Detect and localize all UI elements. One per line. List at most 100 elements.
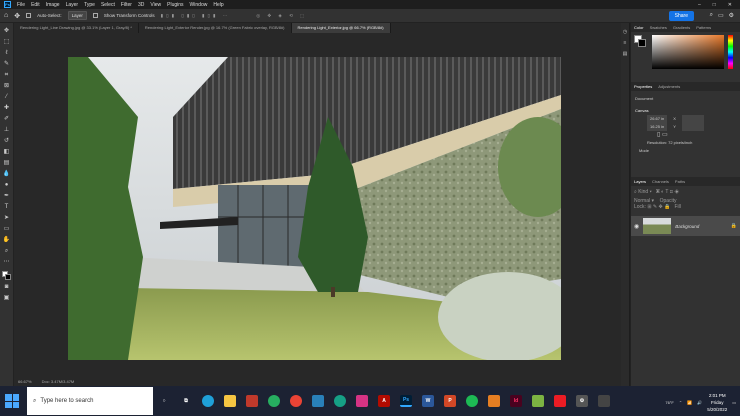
- zoom-level[interactable]: 66.67%: [18, 379, 32, 384]
- 3d-mode-icons[interactable]: ◎ ✥ ◈ ⟲ ⬚: [256, 13, 307, 19]
- layer-row[interactable]: ◉ Background 🔒: [631, 216, 740, 236]
- menu-view[interactable]: View: [150, 2, 161, 8]
- layer-name[interactable]: Background: [675, 224, 699, 229]
- menu-layer[interactable]: Layer: [66, 2, 79, 8]
- move-icon[interactable]: ✥: [2, 27, 11, 35]
- menu-image[interactable]: Image: [46, 2, 60, 8]
- network-icon[interactable]: 📶: [687, 400, 692, 405]
- cortana-icon[interactable]: ○: [158, 395, 170, 407]
- quick-mask-icon[interactable]: ◙: [2, 283, 11, 291]
- app-icon-green[interactable]: [268, 395, 280, 407]
- lasso-icon[interactable]: ℓ: [2, 49, 11, 57]
- eraser-icon[interactable]: ◧: [2, 148, 11, 156]
- zoom-icon[interactable]: ⌕: [2, 247, 11, 255]
- windows-start-icon[interactable]: [5, 394, 19, 408]
- menu-type[interactable]: Type: [84, 2, 95, 8]
- pen-icon[interactable]: ✒: [2, 192, 11, 200]
- y-field[interactable]: [681, 123, 704, 131]
- height-field[interactable]: 16.25 in: [647, 123, 668, 131]
- weather-text[interactable]: 76°F: [665, 400, 674, 405]
- tab-swatches[interactable]: Swatches: [650, 25, 667, 30]
- app-icon-orange[interactable]: [488, 395, 500, 407]
- history-brush-icon[interactable]: ↺: [2, 137, 11, 145]
- tab-line-drawing[interactable]: Rendering Light_Line Drawing.jpg @ 33.1%…: [14, 23, 139, 33]
- workspace-icon[interactable]: ▭: [718, 12, 724, 19]
- fg-bg-swatch[interactable]: [634, 35, 646, 47]
- edge-icon[interactable]: [202, 395, 214, 407]
- brush-icon[interactable]: ✐: [2, 115, 11, 123]
- menu-filter[interactable]: Filter: [121, 2, 132, 8]
- volume-icon[interactable]: 🔊: [697, 400, 702, 405]
- frame-icon[interactable]: ⊠: [2, 82, 11, 90]
- shape-icon[interactable]: ▭: [2, 225, 11, 233]
- quick-select-icon[interactable]: ✎: [2, 60, 11, 68]
- tab-properties[interactable]: Properties: [634, 84, 652, 89]
- more-tools-icon[interactable]: ⋯: [2, 258, 11, 266]
- dodge-icon[interactable]: ●: [2, 181, 11, 189]
- align-icons[interactable]: ▮▯▮ ▯▮▯ ▮▯▮ ⋯: [161, 13, 231, 19]
- minimize-icon[interactable]: –: [698, 2, 701, 8]
- chrome-icon[interactable]: [290, 395, 302, 407]
- hue-slider[interactable]: [728, 35, 733, 69]
- visibility-eye-icon[interactable]: ◉: [634, 223, 639, 230]
- maximize-icon[interactable]: □: [713, 2, 716, 8]
- width-field[interactable]: 26.67 in: [647, 115, 668, 123]
- notification-icon[interactable]: ▭: [732, 400, 736, 405]
- tab-gradients[interactable]: Gradients: [673, 25, 690, 30]
- show-transform-checkbox[interactable]: [92, 13, 98, 18]
- x-field[interactable]: [681, 115, 704, 123]
- menu-edit[interactable]: Edit: [31, 2, 40, 8]
- tab-exterior[interactable]: Rendering Light_Exterior.jpg @ 66.7% (RG…: [291, 23, 391, 33]
- app-icon-teal[interactable]: [334, 395, 346, 407]
- home-icon[interactable]: ⌂: [4, 12, 8, 19]
- layer-lock-row[interactable]: Lock: ⊞ ✎ ✥ 🔒 Fill: [631, 204, 740, 210]
- tab-exterior-render[interactable]: Rendering Light_Exterior Render.jpg @ 16…: [139, 23, 292, 33]
- powerpoint-icon[interactable]: P: [444, 395, 456, 407]
- word-icon[interactable]: W: [422, 395, 434, 407]
- search-icon[interactable]: ⌕: [710, 12, 713, 19]
- properties-icon[interactable]: ≡: [624, 40, 627, 46]
- tab-paths[interactable]: Paths: [675, 179, 685, 184]
- settings-app-icon[interactable]: ⚙: [576, 395, 588, 407]
- orientation-icons[interactable]: ▯ ▭: [635, 131, 736, 139]
- document-canvas[interactable]: [68, 57, 561, 360]
- app-icon-blue[interactable]: [312, 395, 324, 407]
- menu-plugins[interactable]: Plugins: [167, 2, 183, 8]
- photoshop-icon[interactable]: Ps: [400, 395, 412, 407]
- app-icon-lime[interactable]: [532, 395, 544, 407]
- libraries-icon[interactable]: ▤: [623, 51, 628, 57]
- layer-filter-row[interactable]: ⌕ Kind ▾ ▣ ◐ T ⊡ ◈: [631, 186, 740, 198]
- task-view-icon[interactable]: ⧉: [180, 395, 192, 407]
- app-icon-red[interactable]: [246, 395, 258, 407]
- blur-icon[interactable]: 💧: [2, 170, 11, 178]
- color-swatches[interactable]: [2, 271, 11, 280]
- close-icon[interactable]: ✕: [728, 2, 732, 8]
- share-button[interactable]: Share: [668, 11, 694, 21]
- menu-file[interactable]: File: [17, 2, 25, 8]
- healing-icon[interactable]: ✚: [2, 104, 11, 112]
- menu-help[interactable]: Help: [213, 2, 223, 8]
- screen-mode-icon[interactable]: ▣: [2, 294, 11, 302]
- tab-color[interactable]: Color: [634, 25, 644, 30]
- tab-patterns[interactable]: Patterns: [696, 25, 711, 30]
- hand-icon[interactable]: ✋: [2, 236, 11, 244]
- marquee-icon[interactable]: ⬚: [2, 38, 11, 46]
- tray-chevron-icon[interactable]: ⌃: [679, 400, 682, 405]
- spotify-icon[interactable]: [466, 395, 478, 407]
- path-select-icon[interactable]: ➤: [2, 214, 11, 222]
- taskbar-search[interactable]: ⌕ Type here to search: [27, 387, 153, 415]
- acrobat-reader-icon[interactable]: [554, 395, 566, 407]
- stamp-icon[interactable]: ⊥: [2, 126, 11, 134]
- menu-select[interactable]: Select: [101, 2, 115, 8]
- menu-3d[interactable]: 3D: [138, 2, 144, 8]
- color-field[interactable]: [652, 35, 724, 69]
- indesign-icon[interactable]: Id: [510, 395, 522, 407]
- acrobat-icon[interactable]: A: [378, 395, 390, 407]
- app-icon-dark[interactable]: [598, 395, 610, 407]
- crop-icon[interactable]: ⌗: [2, 71, 11, 79]
- tab-layers[interactable]: Layers: [634, 179, 646, 184]
- type-icon[interactable]: T: [2, 203, 11, 211]
- clock[interactable]: 2:01 PM Friday 5/20/2022: [707, 392, 727, 413]
- layer-select[interactable]: Layer: [67, 11, 87, 20]
- tab-channels[interactable]: Channels: [652, 179, 669, 184]
